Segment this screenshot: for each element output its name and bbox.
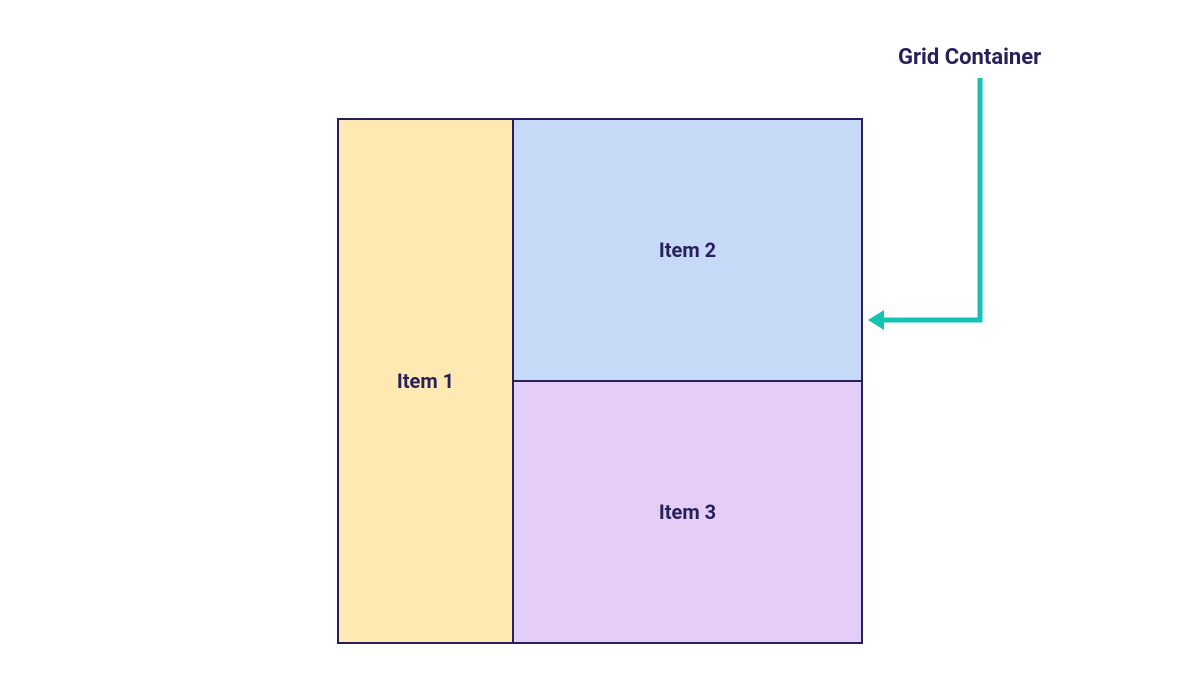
annotation-label: Grid Container — [898, 45, 1041, 70]
grid-item-2-label: Item 2 — [659, 238, 716, 262]
grid-item-1-label: Item 1 — [397, 369, 454, 393]
diagram-canvas: Item 1 Item 2 Item 3 Grid Container — [0, 0, 1200, 695]
grid-item-2: Item 2 — [513, 119, 862, 381]
grid-item-1: Item 1 — [338, 119, 513, 643]
grid-item-3-label: Item 3 — [659, 500, 716, 524]
grid-item-3: Item 3 — [513, 381, 862, 643]
annotation-arrow-icon — [860, 70, 1020, 360]
grid-container: Item 1 Item 2 Item 3 — [337, 118, 863, 644]
